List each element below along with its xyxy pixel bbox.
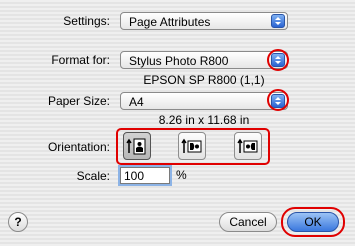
settings-value: Page Attributes [129,15,211,29]
scale-unit: % [176,168,187,182]
ok-highlight [281,207,345,237]
format-for-highlight [267,49,289,71]
scale-input[interactable]: 100 [120,167,170,184]
paper-dimensions-text: 8.26 in x 11.68 in [158,113,250,127]
orientation-highlight [116,128,270,165]
scale-label: Scale: [76,169,110,183]
paper-size-highlight [267,89,289,111]
orientation-label: Orientation: [47,140,110,154]
page-setup-dialog: { "settings": { "label": "Settings:", "v… [0,0,355,246]
paper-size-value: A4 [129,95,144,109]
printer-detail-text: EPSON SP R800 (1,1) [143,73,265,87]
popup-arrows-icon [271,14,285,28]
cancel-button[interactable]: Cancel [219,212,277,232]
paper-size-popup[interactable]: A4 [120,92,288,110]
help-button[interactable]: ? [8,212,28,232]
format-for-label: Format for: [51,53,110,67]
settings-popup[interactable]: Page Attributes [120,12,288,30]
format-for-popup[interactable]: Stylus Photo R800 [120,51,288,69]
format-for-value: Stylus Photo R800 [129,54,229,68]
paper-size-label: Paper Size: [47,94,110,108]
settings-label: Settings: [63,14,110,28]
